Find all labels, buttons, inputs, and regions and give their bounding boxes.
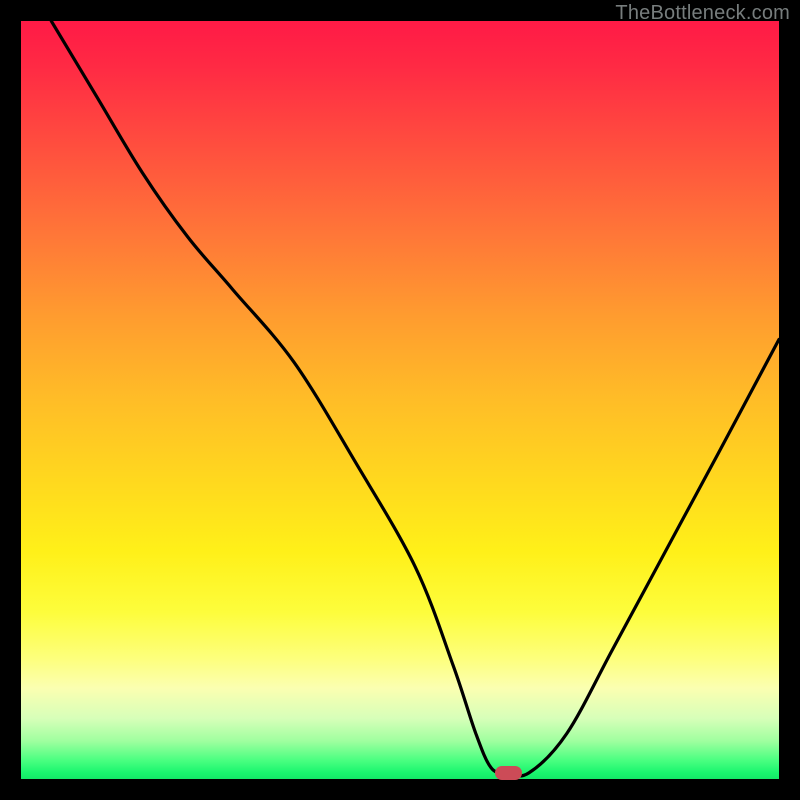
- curve-path: [51, 21, 779, 776]
- plot-area: [21, 21, 779, 779]
- bottleneck-curve: [21, 21, 779, 779]
- optimal-marker: [495, 766, 522, 780]
- watermark-text: TheBottleneck.com: [615, 2, 790, 25]
- chart-frame: TheBottleneck.com: [0, 0, 800, 800]
